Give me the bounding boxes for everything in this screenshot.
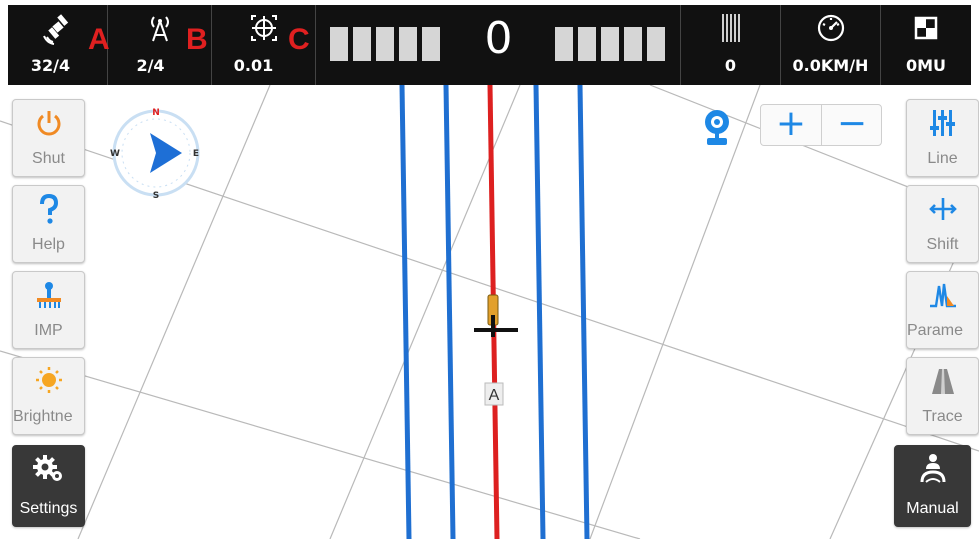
point-a-label: A — [489, 387, 500, 404]
status-bar: A 32/4 B 2/4 C 0.01 0 0 0.0KM/H 0MU — [8, 5, 971, 85]
area-status: 0MU — [881, 5, 971, 85]
label-c: C — [288, 23, 310, 56]
lightbar-segment-left — [376, 27, 394, 61]
speed-status: 0.0KM/H — [781, 5, 881, 85]
shut-button[interactable]: Shut — [12, 99, 85, 177]
accuracy-status: C 0.01 — [212, 5, 316, 85]
lightbar-segment-left — [353, 27, 371, 61]
imp-button[interactable]: IMP — [12, 271, 85, 349]
line-label: Line — [927, 150, 958, 167]
implement-icon — [13, 278, 84, 314]
help-icon — [13, 192, 84, 228]
field-map[interactable]: A N S E W — [0, 85, 979, 539]
satellite-status: A 32/4 — [8, 5, 110, 85]
lightbar-segment-left — [422, 27, 440, 61]
zoom-control: + − — [760, 104, 882, 146]
parameter-label: Parame — [907, 322, 964, 339]
brightness-icon — [13, 364, 84, 400]
speedometer-icon — [781, 11, 880, 45]
compass-n: N — [152, 108, 160, 118]
brightness-label: Brightne — [13, 408, 73, 425]
line-count-value: 0 — [724, 56, 737, 75]
lightbar: 0 — [316, 5, 681, 85]
settings-gear-icon — [13, 452, 84, 488]
guide-line — [443, 85, 456, 539]
speed-value: 0.0KM/H — [792, 56, 869, 75]
shift-label: Shift — [926, 236, 959, 253]
steering-wheel-icon — [895, 452, 970, 488]
line-icon — [907, 106, 978, 142]
shut-label: Shut — [32, 150, 65, 167]
satellite-count: 32/4 — [30, 56, 71, 75]
trace-button[interactable]: Trace — [906, 357, 979, 435]
lightbar-segment-right — [555, 27, 573, 61]
parameter-button[interactable]: Parame — [906, 271, 979, 349]
brightness-button[interactable]: Brightne — [12, 357, 85, 435]
label-b: B — [186, 23, 208, 56]
settings-button[interactable]: Settings — [12, 445, 85, 527]
trace-icon — [907, 364, 978, 400]
base-station-count: 2/4 — [136, 56, 165, 75]
manual-button[interactable]: Manual — [894, 445, 971, 527]
shift-button[interactable]: Shift — [906, 185, 979, 263]
camera-button[interactable] — [700, 108, 734, 148]
line-button[interactable]: Line — [906, 99, 979, 177]
zoom-in-button[interactable]: + — [761, 105, 822, 145]
camera-icon — [705, 110, 729, 145]
guide-line — [577, 85, 590, 539]
help-label: Help — [32, 236, 65, 253]
lightbar-segment-left — [330, 27, 348, 61]
lightbar-segment-right — [647, 27, 665, 61]
accuracy-value: 0.01 — [233, 56, 274, 75]
offset-value: 0 — [484, 13, 513, 64]
area-value: 0MU — [905, 56, 947, 75]
rows-icon — [681, 11, 780, 45]
line-count-status: 0 — [681, 5, 781, 85]
shift-icon — [907, 192, 978, 228]
area-icon — [881, 11, 971, 45]
lightbar-segment-right — [578, 27, 596, 61]
lightbar-segment-right — [624, 27, 642, 61]
manual-label: Manual — [906, 500, 959, 517]
power-icon — [13, 106, 84, 142]
tractor-icon — [474, 294, 518, 337]
lightbar-segment-right — [601, 27, 619, 61]
point-a-marker: A — [484, 382, 504, 406]
guide-line — [399, 85, 412, 539]
compass-w: W — [110, 149, 120, 159]
base-station-status: B 2/4 — [108, 5, 212, 85]
compass: N S E W — [110, 108, 200, 201]
label-a: A — [88, 23, 110, 56]
parameter-icon — [907, 278, 978, 314]
help-button[interactable]: Help — [12, 185, 85, 263]
guide-line — [533, 85, 546, 539]
trace-label: Trace — [922, 408, 963, 425]
imp-label: IMP — [34, 322, 63, 339]
settings-label: Settings — [19, 500, 78, 517]
zoom-out-button[interactable]: − — [822, 105, 882, 145]
compass-s: S — [153, 191, 159, 201]
compass-e: E — [193, 149, 199, 159]
lightbar-segment-left — [399, 27, 417, 61]
